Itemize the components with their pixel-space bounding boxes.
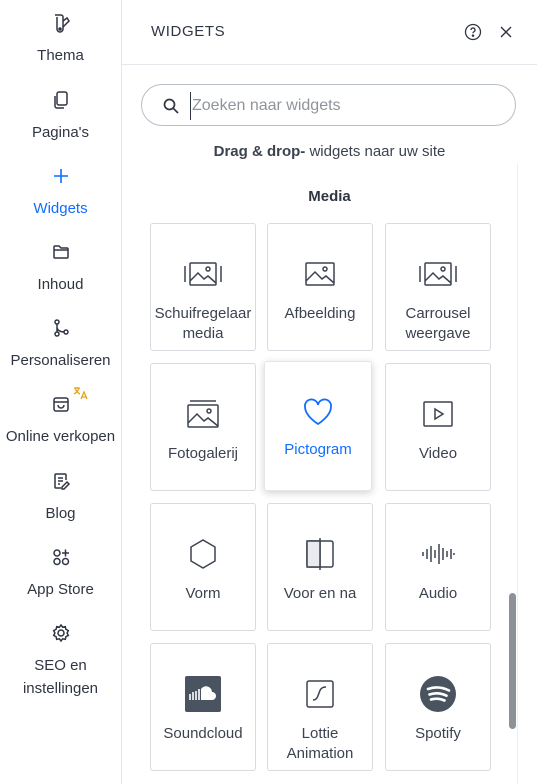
close-icon[interactable] <box>496 22 516 42</box>
widget-card-video[interactable]: Video <box>385 363 491 491</box>
search-box <box>141 84 516 126</box>
branch-icon <box>50 317 72 339</box>
widget-label: Audio <box>418 585 458 602</box>
sidebar-item-seo[interactable]: SEO en instellingen <box>0 622 121 702</box>
gallery-icon <box>183 398 223 430</box>
help-icon[interactable] <box>463 22 483 42</box>
sidebar-item-label: Widgets <box>33 200 88 217</box>
widget-label: Afbeelding <box>284 305 356 322</box>
widget-label: Carrousel weergave <box>405 305 471 342</box>
search-icon <box>162 97 180 115</box>
sidebar-item-paginas[interactable]: Pagina's <box>0 89 121 159</box>
widgets-panel: WIDGETS Drag & drop- widgets naar uw sit… <box>122 0 537 784</box>
gear-icon <box>50 622 72 644</box>
widget-card-spotify[interactable]: Spotify <box>385 643 491 771</box>
widget-card-schuifregelaar-media[interactable]: Schuifregelaar media <box>150 223 256 351</box>
sidebar-item-label: SEO en instellingen <box>22 657 99 697</box>
before-after-icon <box>300 538 340 570</box>
sidebar-item-label: Online verkopen <box>5 428 116 445</box>
widget-card-lottie-animation[interactable]: Lottie Animation <box>267 643 373 771</box>
widget-card-audio[interactable]: Audio <box>385 503 491 631</box>
drag-drop-hint: Drag & drop- widgets naar uw site <box>122 143 537 160</box>
carousel-icon <box>418 258 458 290</box>
apps-icon <box>50 546 72 568</box>
widget-label: Fotogalerij <box>167 445 239 462</box>
sidebar-item-thema[interactable]: Thema <box>0 12 121 82</box>
hexagon-icon <box>183 538 223 570</box>
search-input[interactable] <box>190 92 494 120</box>
panel-title: WIDGETS <box>151 23 226 40</box>
spotify-icon <box>418 676 458 712</box>
sidebar-item-personaliseren[interactable]: Personaliseren <box>0 317 121 387</box>
sidebar-item-label: Personaliseren <box>10 352 111 369</box>
scrollbar-thumb[interactable] <box>509 593 516 729</box>
sidebar-item-inhoud[interactable]: Inhoud <box>0 241 121 311</box>
sidebar-item-online-verkopen[interactable]: Online verkopen <box>0 387 121 463</box>
sidebar-item-label: Inhoud <box>37 276 84 293</box>
sidebar-item-label: Blog <box>45 505 76 522</box>
scrollbar-track-line <box>517 163 518 784</box>
sidebar-item-label: App Store <box>27 581 94 598</box>
widget-label: Lottie Animation <box>286 725 354 762</box>
widget-label: Vorm <box>185 585 221 602</box>
widget-label: Soundcloud <box>163 725 243 742</box>
image-icon <box>300 258 340 290</box>
panel-header: WIDGETS <box>122 0 537 65</box>
widgets-list: Media Schuifregelaar media Afbeelding Ca… <box>122 163 537 784</box>
widget-card-vorm[interactable]: Vorm <box>150 503 256 631</box>
widget-label: Pictogram <box>284 441 352 458</box>
widget-card-carrousel-weergave[interactable]: Carrousel weergave <box>385 223 491 351</box>
widget-label: Video <box>418 445 458 462</box>
slider-media-icon <box>183 258 223 290</box>
sidebar-item-label: Thema <box>37 47 84 64</box>
section-title-media: Media <box>308 188 351 205</box>
blog-icon <box>50 470 72 492</box>
widget-card-soundcloud[interactable]: Soundcloud <box>150 643 256 771</box>
sidebar-item-widgets[interactable]: Widgets <box>0 165 121 235</box>
pages-icon <box>50 89 72 111</box>
lottie-icon <box>300 678 340 710</box>
widget-label: Schuifregelaar media <box>154 305 252 342</box>
widget-card-fotogalerij[interactable]: Fotogalerij <box>150 363 256 491</box>
widget-card-voor-en-na[interactable]: Voor en na <box>267 503 373 631</box>
widget-card-afbeelding[interactable]: Afbeelding <box>267 223 373 351</box>
sidebar-item-blog[interactable]: Blog <box>0 470 121 540</box>
left-sidebar: Thema Pagina's Widgets Inhoud Personalis… <box>0 0 122 784</box>
folder-icon <box>50 241 72 263</box>
sidebar-item-app-store[interactable]: App Store <box>0 546 121 616</box>
theme-icon <box>50 12 72 34</box>
heart-icon <box>298 396 338 428</box>
sidebar-item-label: Pagina's <box>31 124 90 141</box>
soundcloud-icon <box>183 676 223 712</box>
plus-icon <box>50 165 72 187</box>
video-icon <box>418 398 458 430</box>
audio-icon <box>418 538 458 570</box>
store-icon <box>50 387 88 415</box>
hint-bold: Drag & drop- <box>213 143 306 160</box>
widget-label: Voor en na <box>283 585 357 602</box>
hint-text: widgets naar uw site <box>305 143 446 160</box>
widget-card-pictogram[interactable]: Pictogram <box>264 361 372 491</box>
widget-label: Spotify <box>415 725 461 742</box>
